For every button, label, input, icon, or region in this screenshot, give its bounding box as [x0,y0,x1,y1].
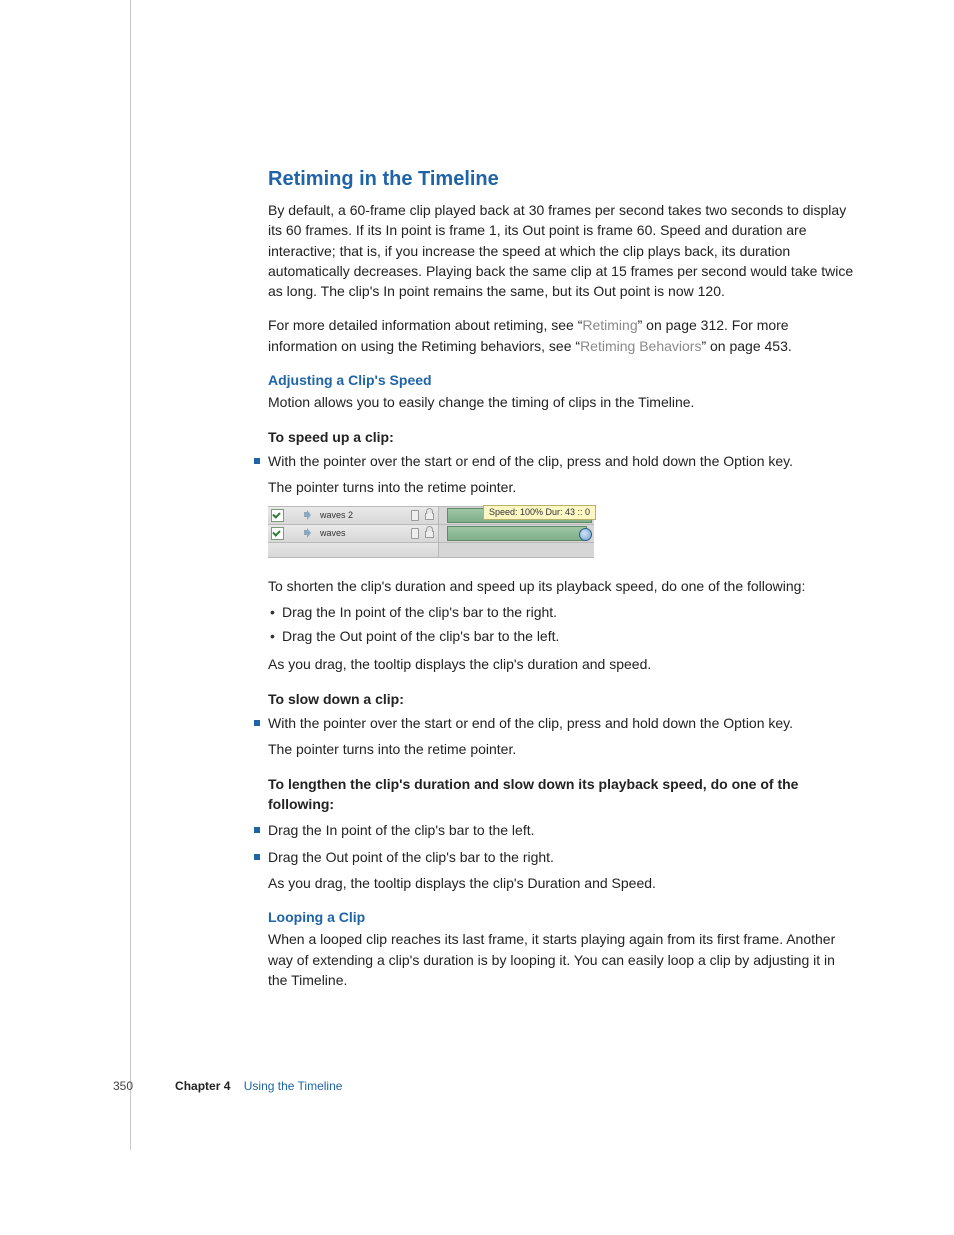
checkbox-icon [271,509,284,522]
link-retiming[interactable]: Retiming [582,317,637,333]
speed-up-list: With the pointer over the start or end o… [268,451,858,498]
adjusting-intro: Motion allows you to easily change the t… [268,392,858,412]
link-retiming-behaviors[interactable]: Retiming Behaviors [580,338,701,354]
shorten-list: Drag the In point of the clip's bar to t… [268,602,858,647]
text: With the pointer over the start or end o… [268,453,793,469]
chapter-title: Using the Timeline [244,1079,343,1093]
checkbox-icon [271,527,284,540]
chapter-label: Chapter 4 Using the Timeline [175,1079,342,1093]
track-lane [439,525,594,542]
text: As you drag, the tooltip displays the cl… [268,873,858,893]
lengthen-heading: To lengthen the clip's duration and slow… [268,774,858,815]
margin-rule [130,0,131,1150]
content-area: Retiming in the Timeline By default, a 6… [268,165,858,1004]
track-header-empty [268,543,439,557]
audio-icon [304,528,314,538]
more-info-paragraph: For more detailed information about reti… [268,315,858,356]
timeline-row: waves [268,525,594,543]
list-item: Drag the In point of the clip's bar to t… [268,602,858,622]
list-item: Drag the Out point of the clip's bar to … [268,626,858,646]
looping-paragraph: When a looped clip reaches its last fram… [268,929,858,990]
track-header: waves 2 [268,507,439,524]
list-item: Drag the Out point of the clip's bar to … [254,847,858,894]
speed-up-heading: To speed up a clip: [268,427,858,447]
retime-pointer-icon [579,528,592,541]
shorten-intro: To shorten the clip's duration and speed… [268,576,858,596]
page: Retiming in the Timeline By default, a 6… [0,0,954,1235]
intro-paragraph: By default, a 60-frame clip played back … [268,200,858,301]
track-name: waves 2 [320,509,353,522]
text: The pointer turns into the retime pointe… [268,477,858,497]
page-footer: 350 Chapter 4 Using the Timeline [113,1079,342,1093]
pad-icon [411,528,419,539]
slow-down-heading: To slow down a clip: [268,689,858,709]
text: With the pointer over the start or end o… [268,715,793,731]
pad-icon [411,510,419,521]
heading-retiming: Retiming in the Timeline [268,165,858,194]
chapter-number: Chapter 4 [175,1079,230,1093]
heading-looping: Looping a Clip [268,907,858,927]
timeline-row: waves 2 Speed: 100% Dur: 43 :: 0 [268,507,594,525]
track-name: waves [320,527,346,540]
lock-icon [425,513,434,520]
track-header: waves [268,525,439,542]
list-item: With the pointer over the start or end o… [254,713,858,760]
audio-icon [304,510,314,520]
timeline-empty-row [268,543,594,558]
timeline-screenshot: waves 2 Speed: 100% Dur: 43 :: 0 waves [268,506,594,558]
clip-bar [447,526,587,541]
page-number: 350 [113,1079,133,1093]
shorten-after: As you drag, the tooltip displays the cl… [268,654,858,674]
lock-icon [425,531,434,538]
track-icons [411,510,434,521]
text: ” on page 453. [701,338,791,354]
text: For more detailed information about reti… [268,317,582,333]
list-item: With the pointer over the start or end o… [254,451,858,498]
track-icons [411,528,434,539]
heading-adjusting-speed: Adjusting a Clip's Speed [268,370,858,390]
text: Drag the Out point of the clip's bar to … [268,849,554,865]
lengthen-list: Drag the In point of the clip's bar to t… [268,820,858,893]
track-lane: Speed: 100% Dur: 43 :: 0 [439,507,594,524]
speed-tooltip: Speed: 100% Dur: 43 :: 0 [483,505,596,520]
text: The pointer turns into the retime pointe… [268,739,858,759]
list-item: Drag the In point of the clip's bar to t… [254,820,858,840]
slow-down-list: With the pointer over the start or end o… [268,713,858,760]
